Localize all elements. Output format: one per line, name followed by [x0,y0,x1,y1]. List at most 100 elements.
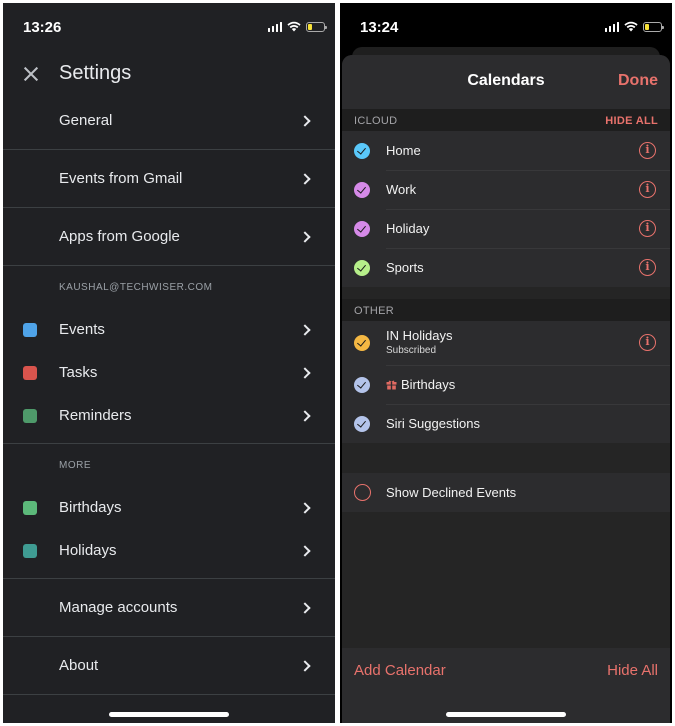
chevron-right-icon [299,323,311,336]
chevron-right-icon [299,601,311,614]
battery-icon [643,21,664,32]
home-indicator[interactable] [109,712,229,717]
calendar-row-in-holidays[interactable]: IN Holidays Subscribed i [342,321,670,365]
calendar-row-home[interactable]: Home i [342,131,670,170]
home-indicator[interactable] [446,712,566,717]
account-section-header: KAUSHAL@TECHWISER.COM [3,266,335,308]
bottom-toolbar: Add Calendar Hide All [342,648,670,723]
hide-all-button[interactable]: Hide All [607,662,658,679]
info-icon[interactable]: i [639,220,656,237]
chevron-right-icon [299,366,311,379]
checkmark-circle-icon[interactable] [354,182,370,198]
calendars-sheet: Calendars Done ICLOUD HIDE ALL Home i Wo… [342,55,670,723]
section-label: OTHER [354,305,394,317]
calendar-row-holiday[interactable]: Holiday i [342,209,670,248]
show-declined-events-toggle[interactable]: Show Declined Events [342,473,670,512]
calendar-name: IN Holidays [386,328,453,343]
settings-item-events[interactable]: Events [3,308,335,351]
calendar-name: Birthdays [401,377,456,392]
calendar-name: Home [386,143,421,158]
done-button[interactable]: Done [618,72,658,90]
google-calendar-settings-screen: 13:26 Settings General Events from Gmail… [3,3,335,723]
info-icon[interactable]: i [639,181,656,198]
settings-item-about[interactable]: About [3,637,335,694]
settings-item-events-from-gmail[interactable]: Events from Gmail [3,150,335,207]
chevron-right-icon [299,114,311,127]
settings-item-apps-from-google[interactable]: Apps from Google [3,208,335,265]
info-icon[interactable]: i [639,334,656,351]
account-email-label: KAUSHAL@TECHWISER.COM [59,282,213,293]
settings-item-tasks[interactable]: Tasks [3,351,335,394]
item-label: Events from Gmail [59,170,183,187]
color-swatch-icon [23,543,37,558]
settings-item-holidays[interactable]: Holidays [3,529,335,572]
other-section-header: OTHER [342,299,670,321]
item-label: General [59,112,113,129]
checkmark-circle-icon[interactable] [354,416,370,432]
color-swatch-icon [23,500,37,515]
icloud-section-header: ICLOUD HIDE ALL [342,109,670,131]
unchecked-circle-icon[interactable] [354,484,371,501]
calendar-name: Work [386,182,417,197]
gift-icon [386,380,397,390]
checkmark-circle-icon[interactable] [354,377,370,393]
item-label: Events [59,321,105,338]
hide-all-icloud-button[interactable]: HIDE ALL [605,115,658,127]
checkmark-circle-icon[interactable] [354,143,370,159]
color-swatch-icon [23,408,37,423]
cellular-signal-icon [267,21,282,32]
status-time: 13:26 [23,19,62,36]
chevron-right-icon [299,501,311,514]
settings-header: Settings [3,55,335,95]
calendar-row-work[interactable]: Work i [342,170,670,209]
status-bar: 13:26 [3,3,335,47]
battery-icon [306,21,327,32]
checkmark-circle-icon[interactable] [354,260,370,276]
status-bar: 13:24 [340,3,672,47]
option-label: Show Declined Events [386,485,517,500]
item-label: Tasks [59,364,98,381]
color-swatch-icon [23,365,37,380]
wifi-icon [287,21,301,32]
info-icon[interactable]: i [639,142,656,159]
more-label: MORE [59,460,91,471]
chevron-right-icon [299,230,311,243]
icloud-calendar-list: Home i Work i Holiday i Sports i [342,131,670,287]
settings-item-general[interactable]: General [3,92,335,149]
settings-list: General Events from Gmail Apps from Goog… [3,92,335,695]
status-time: 13:24 [360,19,399,36]
ios-calendars-screen: 13:24 Calendars Done ICLOUD HIDE ALL Hom… [340,3,672,723]
settings-item-manage-accounts[interactable]: Manage accounts [3,579,335,636]
add-calendar-button[interactable]: Add Calendar [354,662,446,679]
item-label: Reminders [59,407,132,424]
item-label: Birthdays [59,499,122,516]
settings-item-birthdays[interactable]: Birthdays [3,486,335,529]
checkmark-circle-icon[interactable] [354,335,370,351]
wifi-icon [624,21,638,32]
chevron-right-icon [299,172,311,185]
chevron-right-icon [299,659,311,672]
item-label: Holidays [59,542,117,559]
settings-item-reminders[interactable]: Reminders [3,394,335,437]
calendar-row-birthdays[interactable]: Birthdays [342,365,670,404]
calendar-row-siri-suggestions[interactable]: Siri Suggestions [342,404,670,443]
more-section-header: MORE [3,444,335,486]
calendar-subtitle: Subscribed [386,345,437,356]
chevron-right-icon [299,409,311,422]
status-icons [267,21,327,32]
calendar-name: Siri Suggestions [386,416,480,431]
checkmark-circle-icon[interactable] [354,221,370,237]
calendar-name: Sports [386,260,424,275]
color-swatch-icon [23,322,37,337]
close-icon[interactable] [21,64,41,84]
info-icon[interactable]: i [639,259,656,276]
cellular-signal-icon [604,21,619,32]
item-label: Apps from Google [59,228,180,245]
chevron-right-icon [299,544,311,557]
declined-events-group: Show Declined Events [342,473,670,512]
status-icons [604,21,664,32]
calendar-name: Holiday [386,221,430,236]
item-label: About [59,657,99,674]
divider [3,694,335,695]
calendar-row-sports[interactable]: Sports i [342,248,670,287]
